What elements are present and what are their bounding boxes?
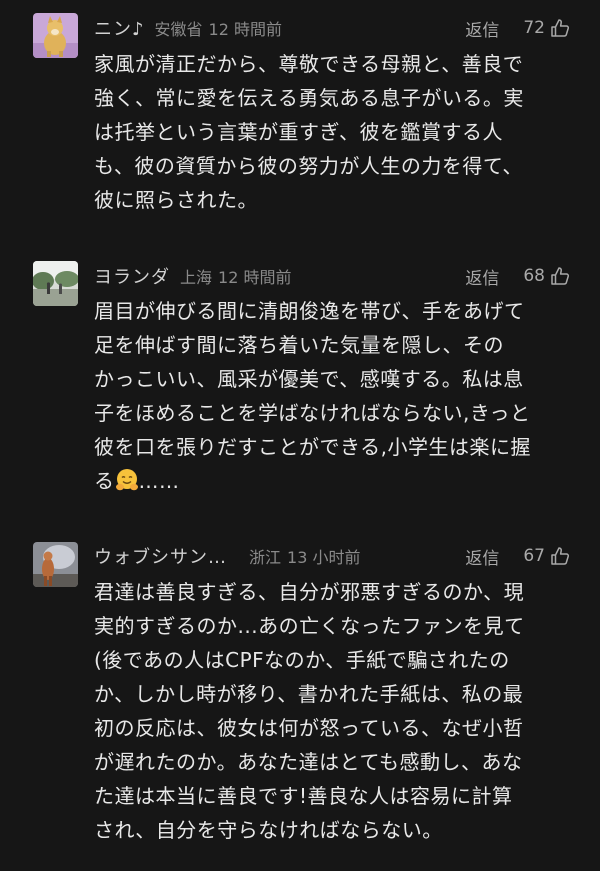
comment-text: 眉目が伸びる間に清朗俊逸を帯び、手をあげて 足を伸ばす間に落ち着いた気量を隠し、… bbox=[94, 294, 580, 498]
comment-text-main: 眉目が伸びる間に清朗俊逸を帯び、手をあげて 足を伸ばす間に落ち着いた気量を隠し、… bbox=[94, 299, 531, 493]
timestamp: 12 時間前 bbox=[218, 268, 292, 287]
reply-button[interactable]: 返信 bbox=[465, 544, 499, 569]
hugging-face-emoji-icon bbox=[115, 468, 139, 492]
like-count: 72 bbox=[523, 18, 545, 38]
comment-header: ウォブシサン… 浙江 13 小时前 返信 67 bbox=[94, 541, 570, 571]
comment-text-suffix: …… bbox=[138, 469, 180, 493]
location-label: 安徽省 bbox=[154, 20, 203, 39]
comment-header: ヨランダ 上海 12 時間前 返信 68 bbox=[94, 261, 570, 291]
timestamp: 12 時間前 bbox=[208, 20, 282, 39]
thumbs-up-icon[interactable] bbox=[550, 266, 570, 286]
reply-button[interactable]: 返信 bbox=[465, 264, 499, 289]
username[interactable]: ニン♪ bbox=[94, 15, 145, 41]
username[interactable]: ウォブシサン… bbox=[94, 543, 227, 569]
reply-button[interactable]: 返信 bbox=[465, 16, 499, 41]
figure-photo-avatar-icon bbox=[33, 542, 78, 587]
comment-header: ニン♪ 安徽省 12 時間前 返信 72 bbox=[94, 13, 570, 43]
comment-text: 家風が清正だから、尊敬できる母親と、善良で 強く、常に愛を伝える勇気ある息子がい… bbox=[94, 52, 524, 212]
like-count: 67 bbox=[523, 546, 545, 566]
shiba-dog-avatar-icon bbox=[33, 13, 78, 58]
location-label: 上海 bbox=[180, 268, 213, 287]
location-label: 浙江 bbox=[249, 548, 282, 567]
user-avatar[interactable] bbox=[33, 13, 78, 58]
thumbs-up-icon[interactable] bbox=[550, 546, 570, 566]
user-avatar[interactable] bbox=[33, 261, 78, 306]
timestamp: 13 小时前 bbox=[287, 548, 361, 567]
user-avatar[interactable] bbox=[33, 542, 78, 587]
like-count: 68 bbox=[523, 266, 545, 286]
park-photo-avatar-icon bbox=[33, 261, 78, 306]
thumbs-up-icon[interactable] bbox=[550, 18, 570, 38]
username[interactable]: ヨランダ bbox=[94, 263, 170, 289]
comment-text: 君達は善良すぎる、自分が邪悪すぎるのか、現 実的すぎるのか...あの亡くなったフ… bbox=[94, 580, 525, 842]
